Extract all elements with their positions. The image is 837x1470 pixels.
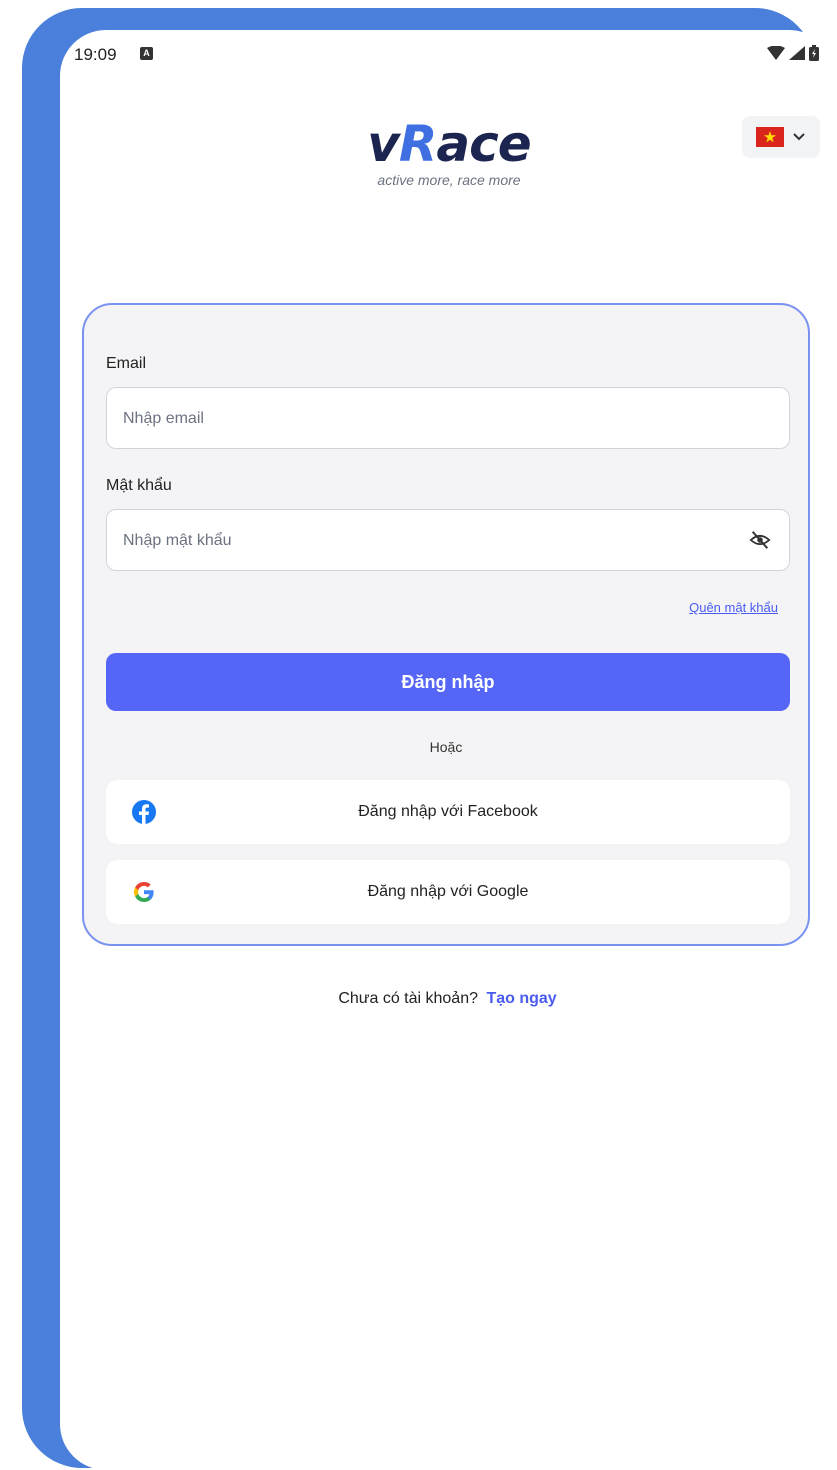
- password-field[interactable]: [121, 510, 725, 572]
- password-field-container: [106, 509, 790, 572]
- facebook-login-button[interactable]: Đăng nhập với Facebook: [106, 780, 790, 844]
- status-time: 19:09: [74, 45, 117, 64]
- vrace-logo: vRace active more, race more: [342, 118, 556, 188]
- no-account-text: Chưa có tài khoản?: [338, 990, 478, 1007]
- signal-icon: [789, 46, 805, 60]
- password-label: Mật khẩu: [106, 477, 172, 494]
- language-selector[interactable]: [742, 116, 820, 158]
- logo-text-ace: ace: [436, 115, 531, 173]
- vietnam-flag-icon: [756, 127, 784, 147]
- google-login-label: Đăng nhập với Google: [367, 883, 529, 900]
- logo-text-v: v: [367, 115, 400, 173]
- logo-wordmark: vRace: [342, 118, 556, 170]
- email-field-container: [106, 387, 790, 450]
- email-label: Email: [106, 355, 147, 372]
- app-screen: 19:09 A vRace active more, race more Ema…: [60, 30, 835, 1470]
- login-card: Email Mật khẩu Quên mật khẩu Đăng nhập H…: [82, 303, 810, 946]
- email-field[interactable]: [121, 388, 725, 450]
- eye-off-icon[interactable]: [749, 529, 771, 551]
- battery-icon: [809, 45, 819, 61]
- google-login-button[interactable]: Đăng nhập với Google: [106, 860, 790, 924]
- notification-icon: A: [140, 47, 153, 60]
- forgot-password-link[interactable]: Quên mật khẩu: [689, 600, 778, 615]
- signup-prompt: Chưa có tài khoản? Tạo ngay: [60, 990, 835, 1008]
- logo-tagline: active more, race more: [377, 172, 521, 188]
- create-account-link[interactable]: Tạo ngay: [486, 990, 556, 1007]
- device-frame: 19:09 A vRace active more, race more Ema…: [22, 8, 835, 1470]
- facebook-login-label: Đăng nhập với Facebook: [358, 803, 538, 820]
- logo-text-accent: R: [398, 115, 438, 173]
- chevron-down-icon: [793, 133, 805, 141]
- wifi-icon: [767, 46, 785, 60]
- or-divider-text: Hoặc: [429, 739, 463, 755]
- login-button[interactable]: Đăng nhập: [106, 653, 790, 711]
- status-icons: [767, 45, 819, 61]
- status-bar: 19:09 A: [60, 30, 835, 76]
